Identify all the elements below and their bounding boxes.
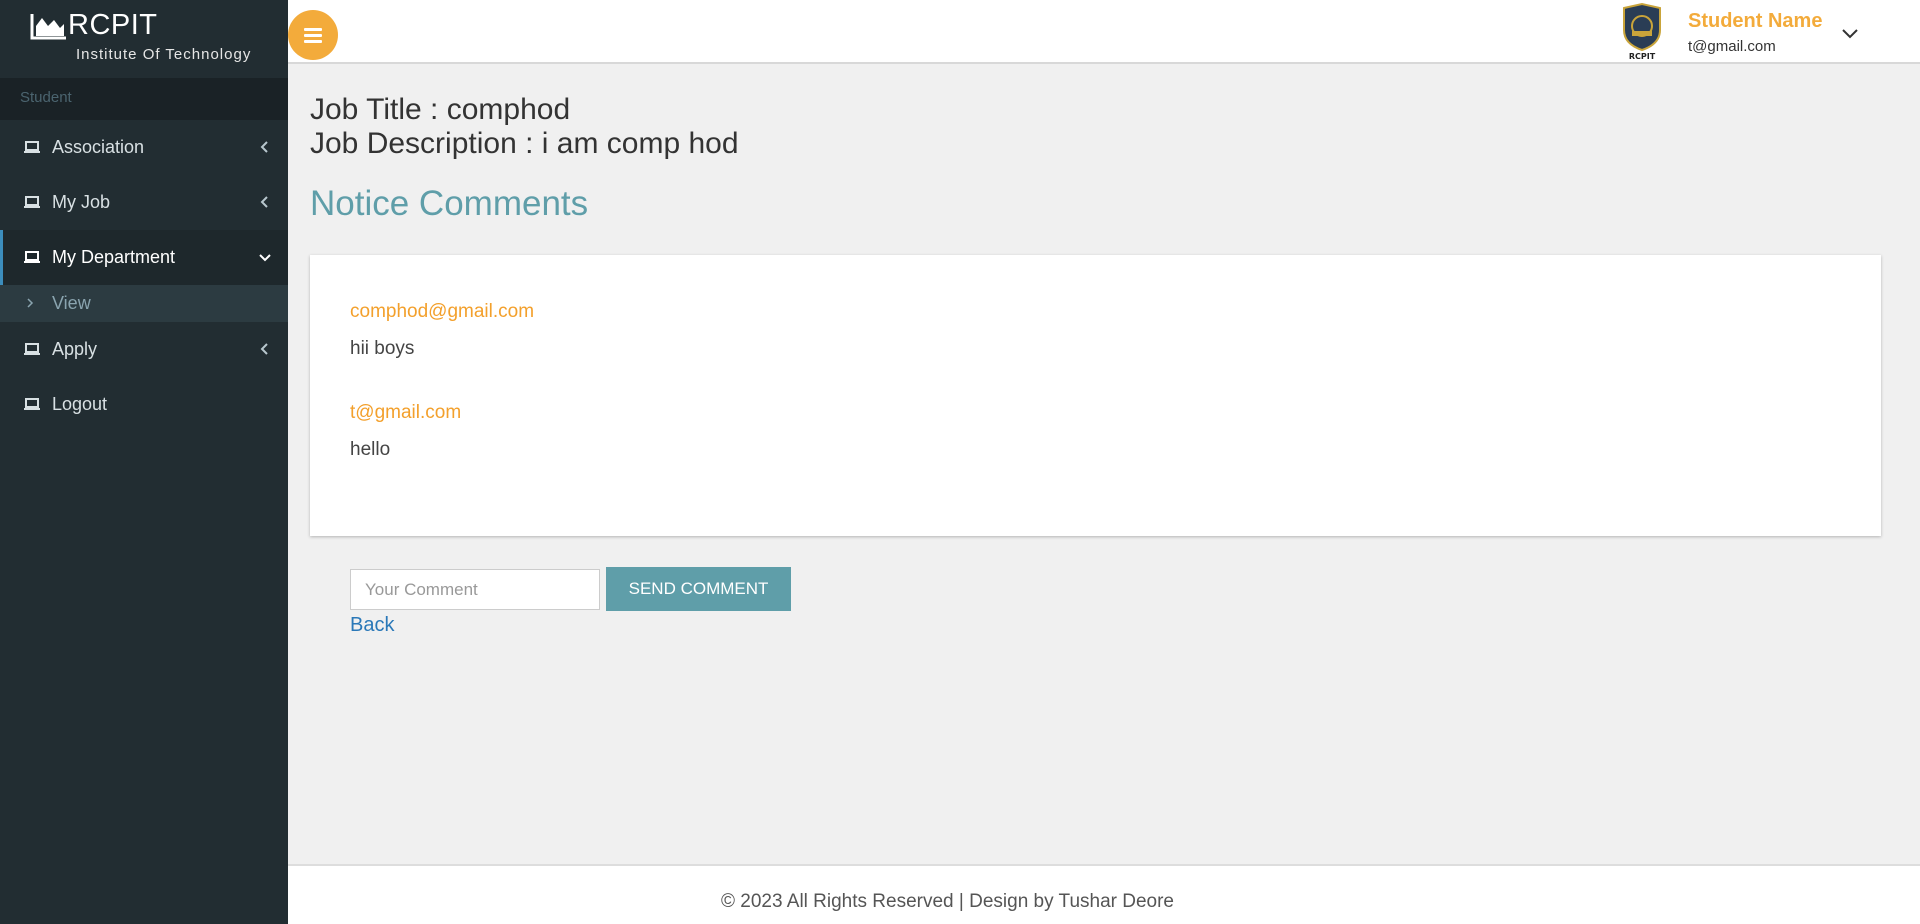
user-name[interactable]: Student Name <box>1688 10 1822 33</box>
footer: © 2023 All Rights Reserved | Design by T… <box>288 864 1920 924</box>
user-logo-text: RCPIT <box>1629 52 1656 61</box>
hamburger-icon[interactable] <box>288 10 338 60</box>
sidebar-item-logout[interactable]: Logout <box>0 377 288 432</box>
laptop-icon <box>24 343 40 355</box>
sidebar-subitem-view[interactable]: View <box>0 285 288 322</box>
chevron-left-icon <box>260 141 268 153</box>
main-content: Job Title : comphod Job Description : i … <box>310 64 739 224</box>
comment-text: hello <box>350 439 391 460</box>
chevron-right-icon <box>27 298 34 308</box>
sidebar-item-label: Logout <box>52 394 108 414</box>
comment-item: comphod@gmail.com hii boys <box>350 301 534 360</box>
laptop-icon <box>24 251 40 263</box>
job-title: Job Title : comphod <box>310 93 571 126</box>
job-description: Job Description : i am comp hod <box>310 127 739 160</box>
comment-author: comphod@gmail.com <box>350 301 535 322</box>
notice-heading: Notice Comments <box>310 184 589 223</box>
chevron-left-icon <box>260 343 268 355</box>
comment-item: t@gmail.com hello <box>350 402 461 461</box>
chevron-down-icon <box>259 254 271 262</box>
college-logo: RCPIT <box>1623 2 1661 61</box>
sidebar-item-label: Association <box>52 137 145 157</box>
sidebar-item-association[interactable]: Association <box>0 120 288 175</box>
sidebar-section-label: Student <box>0 78 288 120</box>
comments-panel: comphod@gmail.com hii boys t@gmail.com h… <box>310 255 1881 536</box>
brand-subtitle: Institute Of Technology <box>76 46 252 63</box>
sidebar-item-label: Apply <box>52 339 98 359</box>
comment-author: t@gmail.com <box>350 402 462 423</box>
brand-name: RCPIT <box>68 9 158 41</box>
send-comment-button[interactable]: SEND COMMENT <box>606 567 791 611</box>
brand[interactable]: RCPIT Institute Of Technology <box>0 0 288 78</box>
comment-input[interactable] <box>350 569 600 610</box>
laptop-icon <box>24 398 40 410</box>
top-header: RCPIT Student Name t@gmail.com <box>288 0 1920 64</box>
sidebar-item-label: My Department <box>52 247 176 267</box>
sidebar-item-label: My Job <box>52 192 111 212</box>
sidebar-item-apply[interactable]: Apply <box>0 322 288 377</box>
sidebar-item-my-department[interactable]: My Department <box>0 230 288 285</box>
footer-text: © 2023 All Rights Reserved | Design by T… <box>721 891 1174 912</box>
chevron-left-icon <box>260 196 268 208</box>
laptop-icon <box>24 196 40 208</box>
comment-text: hii boys <box>350 338 415 359</box>
sidebar-item-my-job[interactable]: My Job <box>0 175 288 230</box>
chevron-down-icon[interactable] <box>1840 26 1860 40</box>
user-email: t@gmail.com <box>1688 38 1776 55</box>
sidebar-subitem-label: View <box>52 293 91 313</box>
laptop-icon <box>24 141 40 153</box>
sidebar: RCPIT Institute Of Technology Student As… <box>0 0 288 924</box>
back-link[interactable]: Back <box>350 614 394 637</box>
chart-icon <box>30 14 66 40</box>
